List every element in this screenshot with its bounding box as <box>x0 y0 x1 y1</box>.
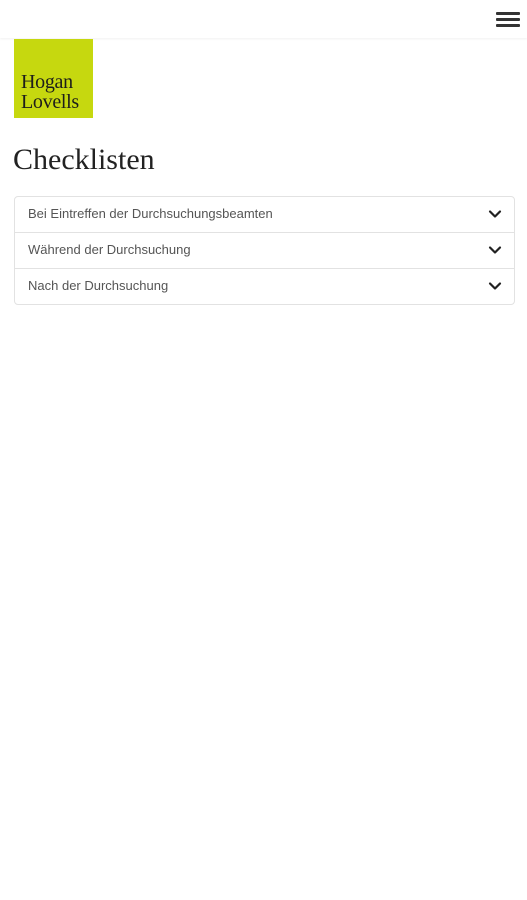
page-title: Checklisten <box>13 143 155 176</box>
accordion-item-label: Bei Eintreffen der Durchsuchungsbeamten <box>28 206 273 221</box>
accordion-item-after[interactable]: Nach der Durchsuchung <box>15 268 514 304</box>
chevron-down-icon <box>488 246 502 254</box>
logo-line-2: Lovells <box>21 91 79 113</box>
accordion-item-during[interactable]: Während der Durchsuchung <box>15 232 514 268</box>
logo-text: Hogan Lovells <box>21 72 79 112</box>
top-bar <box>0 0 527 38</box>
logo-line-1: Hogan <box>21 71 73 93</box>
hogan-lovells-logo[interactable]: Hogan Lovells <box>14 39 93 118</box>
hamburger-menu-icon[interactable] <box>495 9 521 29</box>
chevron-down-icon <box>488 282 502 290</box>
accordion-item-label: Während der Durchsuchung <box>28 242 191 257</box>
accordion-item-arrival[interactable]: Bei Eintreffen der Durchsuchungsbeamten <box>15 197 514 232</box>
accordion-item-label: Nach der Durchsuchung <box>28 278 169 293</box>
checklist-accordion: Bei Eintreffen der Durchsuchungsbeamten … <box>14 196 515 305</box>
chevron-down-icon <box>488 210 502 218</box>
